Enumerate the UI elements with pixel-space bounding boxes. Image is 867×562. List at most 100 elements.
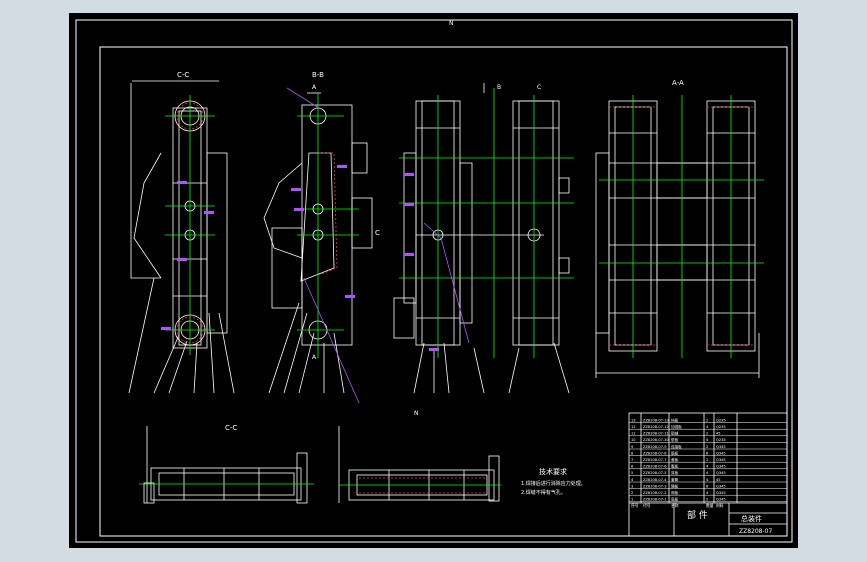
bom-cell-mat: 45 — [716, 432, 721, 436]
bom-cell-mat: Q345 — [716, 465, 726, 469]
bom-cell-name: 腹板 — [671, 464, 679, 469]
bom-cell-qty: 2 — [706, 432, 708, 436]
bom-cell-qty: 4 — [706, 438, 709, 442]
view-bottom-cc: C-C — [143, 424, 308, 504]
section-mark-c-left: C — [375, 229, 380, 237]
bom-cell-no: 4 — [631, 478, 634, 482]
bom-cell-mat: Q235 — [716, 418, 726, 422]
bom-cell-no: 8 — [631, 451, 634, 455]
bom-cell-code: ZZ8208-07-11 — [643, 432, 669, 436]
notes-line-2: 2.焊缝不得有气孔。 — [521, 489, 566, 496]
section-mark-c-top: C — [537, 84, 541, 91]
bom-cell-mat: Q345 — [716, 451, 726, 455]
bom-cell-no: 5 — [631, 471, 633, 475]
view-bb-label: B-B — [312, 71, 324, 79]
view-bb-centerlines — [297, 93, 359, 358]
bom-cell-qty: 4 — [706, 491, 709, 495]
bom-cell-qty: 2 — [706, 445, 708, 449]
view-aa-label: A-A — [672, 79, 684, 87]
view-cc-annotations — [161, 181, 214, 330]
view-bottom-mid-label: N — [414, 410, 419, 417]
drawing-sheet: N C-C B-B A A B C C A-A C-C N 技术要求 1.焊接后… — [69, 13, 798, 548]
bom-header-code: 代号 — [643, 503, 651, 508]
bom-cell-name: 隔板 — [671, 483, 679, 488]
section-mark-a-bottom: A — [312, 354, 317, 361]
view-bb-weld — [318, 152, 338, 276]
bom-cell-code: ZZ8208-07-4 — [643, 478, 667, 482]
bom-cell-name: 挡板 — [671, 417, 679, 422]
view-cc-label: C-C — [177, 71, 189, 79]
view-aa-centerlines — [599, 95, 764, 358]
view-bottom-cc-label: C-C — [225, 424, 237, 432]
bom-cell-code: ZZ8208-07-8 — [643, 451, 667, 455]
bom-cell-mat: Q345 — [716, 491, 726, 495]
view-bottom-mid: N — [338, 410, 500, 503]
bom-cell-no: 13 — [631, 418, 636, 422]
inner-border — [99, 46, 788, 537]
bom-cell-code: ZZ8208-07-9 — [643, 445, 667, 449]
bom-cell-mat: 45 — [716, 478, 721, 482]
view-cc: C-C — [128, 71, 235, 394]
view-front: B C C — [375, 83, 570, 394]
title-assembly: 总装件 — [741, 514, 762, 523]
bom-cell-mat: Q345 — [716, 445, 726, 449]
bom-cell-mat: Q345 — [716, 484, 726, 488]
title-drawing-no: ZZ8208-07 — [739, 528, 772, 535]
bom-cell-code: ZZ8208-07-12 — [643, 425, 669, 429]
bom-cell-name: 垫板 — [671, 437, 679, 442]
bom-header-mat: 材料 — [716, 503, 724, 508]
bom-cell-mat: Q345 — [716, 458, 726, 462]
view-aa: A-A — [595, 79, 760, 378]
outer-border — [75, 19, 793, 543]
bom-cell-no: 2 — [631, 491, 633, 495]
section-mark-a-top: A — [312, 84, 317, 91]
bom-cell-code: ZZ8208-07-2 — [643, 491, 667, 495]
notes-line-1: 1.焊接后进行消除应力处理。 — [521, 480, 586, 487]
bom-cell-code: ZZ8208-07-13 — [643, 418, 669, 422]
bom-cell-qty: 2 — [706, 498, 708, 502]
view-bb-annotations — [286, 87, 360, 404]
bom-cell-name: 连接板 — [671, 444, 682, 449]
bom-cell-no: 11 — [631, 432, 636, 436]
bom-cell-code: ZZ8208-07-6 — [643, 465, 667, 469]
bom-cell-name: 销轴 — [671, 431, 679, 436]
bom-cell-no: 6 — [631, 465, 634, 469]
bom-header-no: 序号 — [631, 503, 639, 508]
technical-notes: 技术要求 1.焊接后进行消除应力处理。 2.焊缝不得有气孔。 — [521, 467, 586, 496]
bom-cell-qty: 6 — [706, 484, 709, 488]
bom-cell-no: 12 — [631, 425, 636, 429]
bom-cell-name: 加强板 — [671, 424, 682, 429]
bom-cell-qty: 4 — [706, 471, 709, 475]
bom-cell-code: ZZ8208-07-3 — [643, 484, 667, 488]
bom-cell-name: 盖板 — [671, 457, 679, 462]
bom-cell-name: 底板 — [671, 497, 679, 502]
bom-cell-mat: Q235 — [716, 425, 726, 429]
bom-header-qty: 数量 — [706, 503, 714, 508]
bom-cell-qty: 2 — [706, 418, 708, 422]
notes-title: 技术要求 — [539, 467, 567, 476]
view-front-centerlines — [399, 88, 574, 358]
bom-cell-mat: Q235 — [716, 438, 726, 442]
bom-cell-name: 侧板 — [671, 490, 679, 495]
bom-cell-no: 9 — [631, 445, 634, 449]
title-part-name: 部 件 — [687, 509, 708, 521]
view-cc-centerlines — [165, 95, 215, 355]
bom-cell-code: ZZ8208-07-1 — [643, 498, 667, 502]
bom-table: 13 ZZ8208-07-13 挡板 2 Q23512 ZZ8208-07-12 加强板 4 Q… — [629, 417, 787, 508]
top-marker: N — [449, 20, 454, 27]
bom-cell-no: 7 — [631, 458, 633, 462]
bom-cell-code: ZZ8208-07-5 — [643, 471, 667, 475]
bom-cell-no: 3 — [631, 484, 633, 488]
bom-cell-qty: 4 — [706, 465, 709, 469]
bom-header-name: 名称 — [671, 503, 679, 508]
section-mark-b-top: B — [497, 84, 501, 91]
bom-cell-name: 套筒 — [671, 477, 679, 482]
bom-cell-name: 耳板 — [671, 470, 679, 475]
bom-cell-name: 筋板 — [671, 450, 679, 455]
bom-cell-qty: 2 — [706, 458, 708, 462]
bom-cell-mat: Q345 — [716, 498, 726, 502]
bom-cell-no: 1 — [631, 498, 633, 502]
bom-cell-qty: 4 — [706, 425, 709, 429]
bom-cell-qty: 8 — [706, 451, 709, 455]
view-bottom-mid-weld — [359, 477, 487, 494]
